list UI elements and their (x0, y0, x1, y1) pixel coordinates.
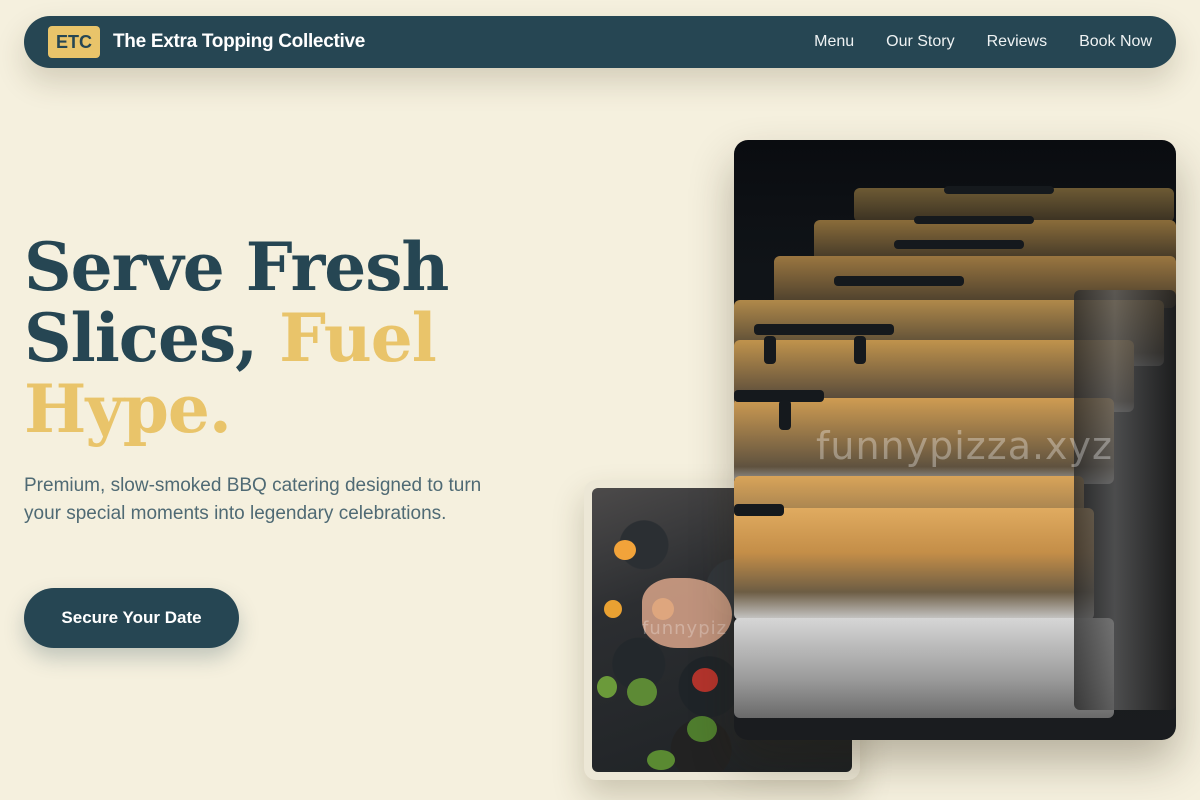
dishes-watermark: funnypizza.xyz (816, 424, 1113, 468)
logo-badge[interactable]: ETC (48, 26, 100, 58)
hero-subtitle: Premium, slow-smoked BBQ catering design… (24, 475, 482, 524)
hero-title-line3: Hype. (24, 370, 232, 448)
nav-link-reviews[interactable]: Reviews (987, 33, 1047, 51)
appetizers-watermark: funnypiz (642, 618, 728, 639)
brand-name[interactable]: The Extra Topping Collective (113, 31, 365, 53)
hero-title-line2b: Fuel (279, 299, 437, 377)
chafing-dishes-photo: funnypizza.xyz (734, 140, 1176, 740)
hero-title-line1: Serve Fresh (24, 228, 449, 306)
nav-link-menu[interactable]: Menu (814, 33, 854, 51)
nav-link-our-story[interactable]: Our Story (886, 33, 954, 51)
hero-title: Serve Fresh Slices, Fuel Hype. (24, 232, 449, 448)
nav-link-book-now[interactable]: Book Now (1079, 33, 1152, 51)
top-navbar: ETC The Extra Topping Collective Menu Ou… (24, 16, 1176, 68)
secure-date-button[interactable]: Secure Your Date (24, 588, 239, 648)
hero-title-line2a: Slices, (24, 299, 280, 377)
nav-links: Menu Our Story Reviews Book Now (814, 33, 1152, 51)
